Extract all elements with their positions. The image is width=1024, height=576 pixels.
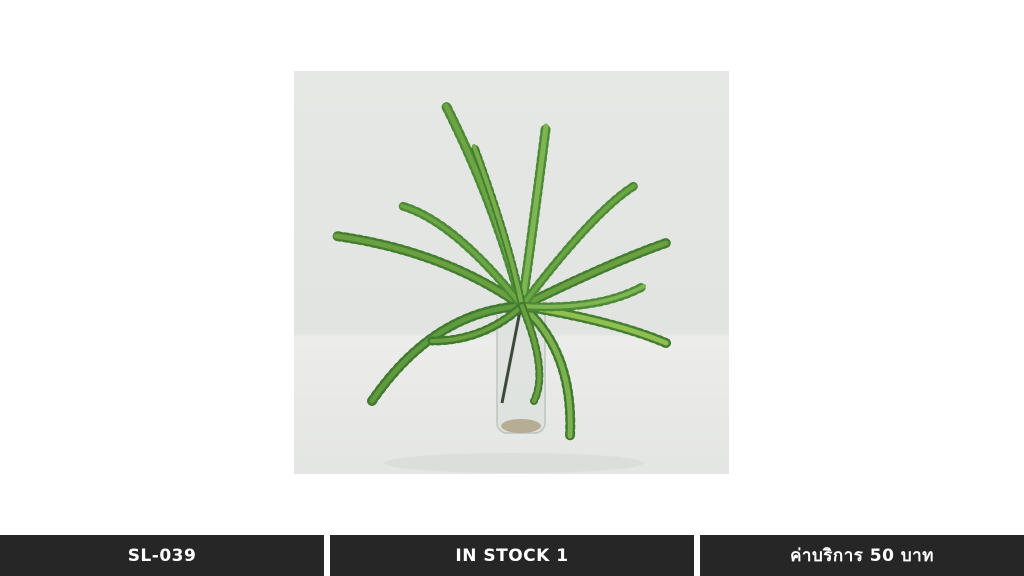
stock-status: IN STOCK 1 bbox=[455, 545, 569, 566]
product-photo bbox=[294, 71, 729, 474]
product-slide: SL-039 IN STOCK 1 ค่าบริการ 50 บาท bbox=[0, 0, 1024, 576]
service-fee: ค่าบริการ 50 บาท bbox=[790, 546, 934, 566]
product-code-bar: SL-039 bbox=[0, 535, 324, 576]
fern-in-vase-image bbox=[294, 71, 729, 474]
product-code: SL-039 bbox=[127, 545, 197, 566]
service-fee-bar: ค่าบริการ 50 บาท bbox=[700, 535, 1024, 576]
stock-bar: IN STOCK 1 bbox=[330, 535, 694, 576]
